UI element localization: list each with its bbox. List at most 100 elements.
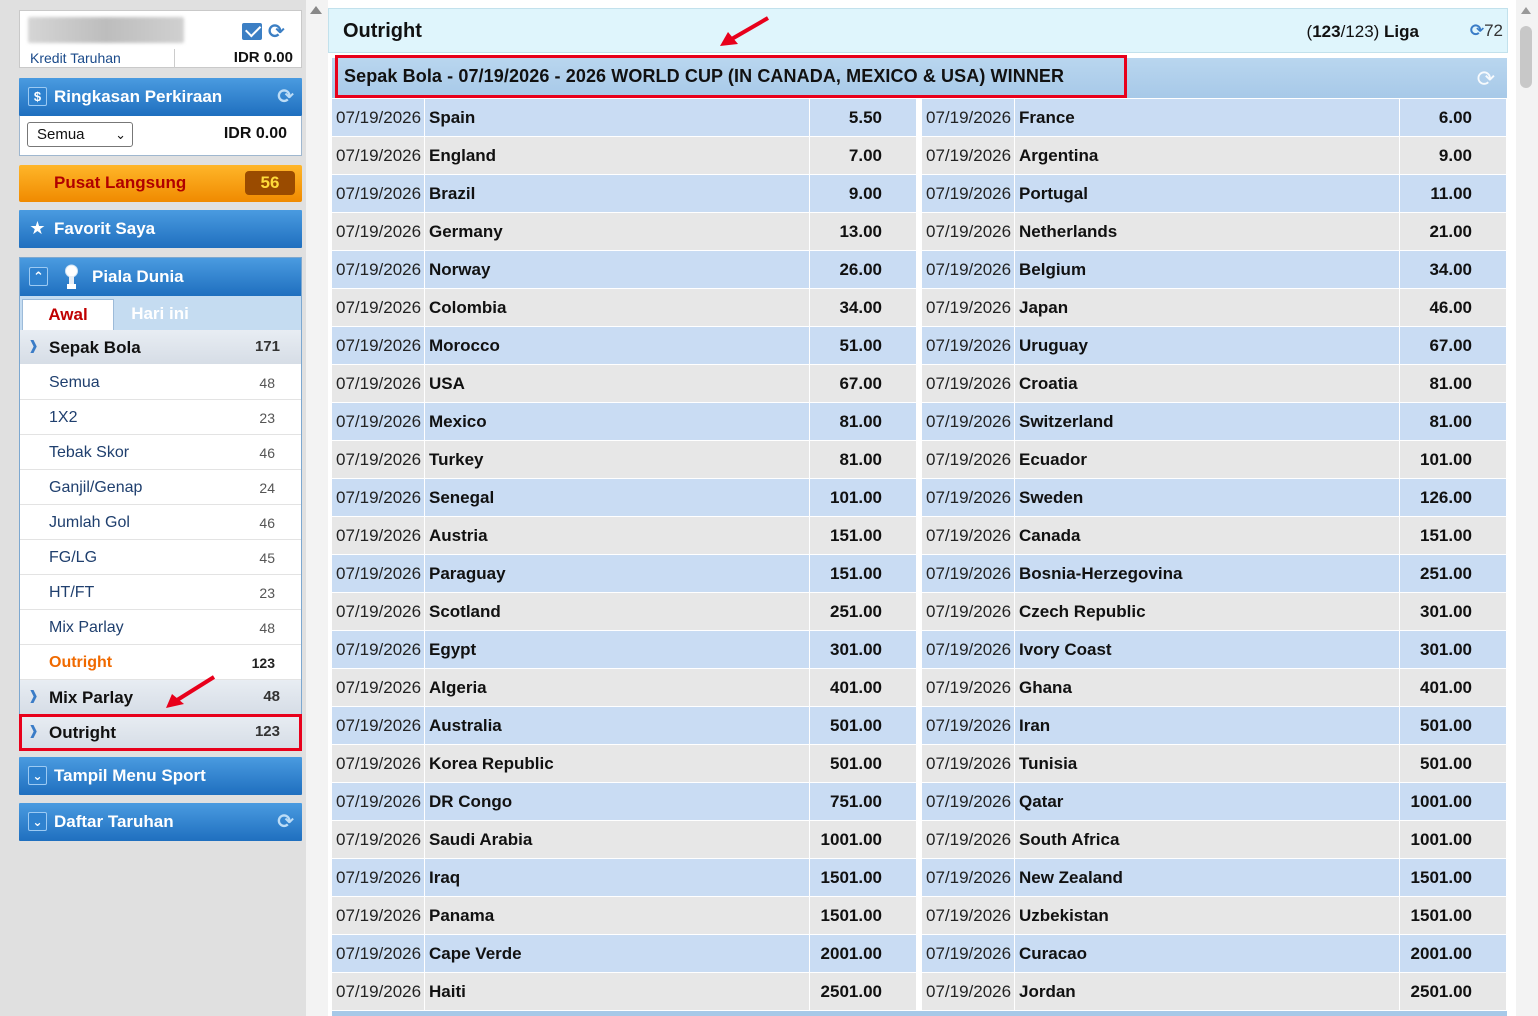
odds-cell[interactable]: 7.00: [810, 137, 916, 174]
team-cell: Jordan: [1015, 973, 1399, 1010]
odds-cell[interactable]: 126.00: [1400, 479, 1506, 516]
scroll-up-icon[interactable]: [1521, 7, 1531, 14]
odds-cell[interactable]: 13.00: [810, 213, 916, 250]
odds-cell[interactable]: 67.00: [810, 365, 916, 402]
outright-entry: 07/19/2026 Morocco 51.00: [332, 327, 916, 364]
odds-cell[interactable]: 501.00: [1400, 745, 1506, 782]
odds-cell[interactable]: 2501.00: [1400, 973, 1506, 1010]
odds-cell[interactable]: 1501.00: [1400, 897, 1506, 934]
live-center-button[interactable]: Pusat Langsung 56: [19, 165, 302, 202]
outright-entry: 07/19/2026 Panama 1501.00: [332, 897, 916, 934]
league-header[interactable]: Sepak Bola - 07/19/2026 - 2026 WORLD CUP…: [332, 55, 1507, 98]
page-scrollbar[interactable]: [1516, 0, 1538, 1016]
odds-cell[interactable]: 401.00: [810, 669, 916, 706]
odds-cell[interactable]: 1001.00: [1400, 821, 1506, 858]
odds-cell[interactable]: 2001.00: [1400, 935, 1506, 972]
odds-cell[interactable]: 501.00: [810, 745, 916, 782]
sport-row-mix-parlay[interactable]: ❱ Mix Parlay 48: [20, 680, 301, 715]
odds-cell[interactable]: 151.00: [810, 517, 916, 554]
odds-cell[interactable]: 11.00: [1400, 175, 1506, 212]
sport-count: 123: [254, 723, 280, 740]
scroll-up-icon[interactable]: [310, 6, 322, 14]
odds-cell[interactable]: 501.00: [1400, 707, 1506, 744]
summary-select[interactable]: Semua ⌄: [27, 122, 133, 147]
outright-entry: 07/19/2026 France 6.00: [922, 99, 1506, 136]
odds-cell[interactable]: 9.00: [1400, 137, 1506, 174]
odds-cell[interactable]: 251.00: [1400, 555, 1506, 592]
outright-entry: 07/19/2026 Ghana 401.00: [922, 669, 1506, 706]
odds-cell[interactable]: 46.00: [1400, 289, 1506, 326]
odds-cell[interactable]: 401.00: [1400, 669, 1506, 706]
odds-cell[interactable]: 81.00: [810, 403, 916, 440]
odds-cell[interactable]: 101.00: [810, 479, 916, 516]
odds-cell[interactable]: 34.00: [1400, 251, 1506, 288]
refresh-icon[interactable]: ⟳: [277, 84, 294, 109]
bet-type-count: 24: [259, 480, 275, 496]
odds-cell[interactable]: 2501.00: [810, 973, 916, 1010]
outright-entry: 07/19/2026 Ecuador 101.00: [922, 441, 1506, 478]
sport-row-sepak-bola[interactable]: ❱ Sepak Bola 171: [20, 330, 301, 365]
team-cell: Senegal: [425, 479, 809, 516]
world-cup-header[interactable]: ⌃ Piala Dunia: [20, 258, 301, 296]
date-cell: 07/19/2026: [922, 745, 1014, 782]
odds-cell[interactable]: 251.00: [810, 593, 916, 630]
bet-type-item[interactable]: FG/LG 45: [20, 540, 301, 575]
odds-cell[interactable]: 51.00: [810, 327, 916, 364]
table-row: 07/19/2026 Colombia 34.00 07/19/2026 Japan 46…: [332, 289, 1507, 327]
odds-cell[interactable]: 1501.00: [1400, 859, 1506, 896]
bet-type-item[interactable]: 1X2 23: [20, 400, 301, 435]
odds-cell[interactable]: 81.00: [1400, 403, 1506, 440]
refresh-button[interactable]: ⟳72: [1470, 21, 1503, 41]
refresh-icon[interactable]: ⟳: [1477, 66, 1495, 92]
odds-cell[interactable]: 301.00: [810, 631, 916, 668]
sport-row-outright[interactable]: ❱ Outright 123: [19, 714, 302, 751]
odds-cell[interactable]: 501.00: [810, 707, 916, 744]
odds-cell[interactable]: 67.00: [1400, 327, 1506, 364]
odds-cell[interactable]: 151.00: [1400, 517, 1506, 554]
chevron-up-icon[interactable]: ⌃: [29, 267, 48, 286]
odds-cell[interactable]: 1001.00: [810, 821, 916, 858]
bet-type-item[interactable]: Mix Parlay 48: [20, 610, 301, 645]
odds-cell[interactable]: 301.00: [1400, 631, 1506, 668]
bet-type-item[interactable]: Tebak Skor 46: [20, 435, 301, 470]
odds-cell[interactable]: 101.00: [1400, 441, 1506, 478]
outright-entry: 07/19/2026 Australia 501.00: [332, 707, 916, 744]
odds-cell[interactable]: 751.00: [810, 783, 916, 820]
sport-menu-button[interactable]: ⌄ Tampil Menu Sport: [19, 757, 302, 795]
odds-cell[interactable]: 1501.00: [810, 897, 916, 934]
live-center-count: 56: [245, 171, 295, 195]
sidebar-scrollbar[interactable]: [306, 0, 328, 1016]
team-cell: Curacao: [1015, 935, 1399, 972]
bet-list-button[interactable]: ⌄ Daftar Taruhan ⟳: [19, 803, 302, 841]
odds-cell[interactable]: 301.00: [1400, 593, 1506, 630]
bet-type-item[interactable]: HT/FT 23: [20, 575, 301, 610]
summary-header[interactable]: $ Ringkasan Perkiraan ⟳: [19, 78, 302, 116]
odds-cell[interactable]: 34.00: [810, 289, 916, 326]
table-row: 07/19/2026 Algeria 401.00 07/19/2026 Ghana 40…: [332, 669, 1507, 707]
odds-cell[interactable]: 81.00: [1400, 365, 1506, 402]
odds-cell[interactable]: 26.00: [810, 251, 916, 288]
odds-cell[interactable]: 5.50: [810, 99, 916, 136]
date-cell: 07/19/2026: [922, 859, 1014, 896]
refresh-icon[interactable]: ⟳: [277, 809, 294, 834]
odds-cell[interactable]: 21.00: [1400, 213, 1506, 250]
odds-cell[interactable]: 81.00: [810, 441, 916, 478]
odds-cell[interactable]: 2001.00: [810, 935, 916, 972]
bet-type-item[interactable]: Semua 48: [20, 365, 301, 400]
scrollbar-thumb[interactable]: [1520, 26, 1532, 88]
refresh-icon[interactable]: ⟳: [268, 22, 288, 42]
bet-type-item[interactable]: Jumlah Gol 46: [20, 505, 301, 540]
bet-type-item[interactable]: Outright 123: [20, 645, 301, 680]
mail-icon[interactable]: [242, 23, 262, 40]
favorites-button[interactable]: ★ Favorit Saya: [19, 210, 302, 248]
odds-cell[interactable]: 151.00: [810, 555, 916, 592]
tab-awal[interactable]: Awal: [22, 299, 114, 330]
team-cell: Bosnia-Herzegovina: [1015, 555, 1399, 592]
odds-cell[interactable]: 1501.00: [810, 859, 916, 896]
tab-hari-ini[interactable]: Hari ini: [116, 299, 204, 330]
odds-cell[interactable]: 1001.00: [1400, 783, 1506, 820]
outright-entry: 07/19/2026 Portugal 11.00: [922, 175, 1506, 212]
odds-cell[interactable]: 6.00: [1400, 99, 1506, 136]
odds-cell[interactable]: 9.00: [810, 175, 916, 212]
bet-type-item[interactable]: Ganjil/Genap 24: [20, 470, 301, 505]
